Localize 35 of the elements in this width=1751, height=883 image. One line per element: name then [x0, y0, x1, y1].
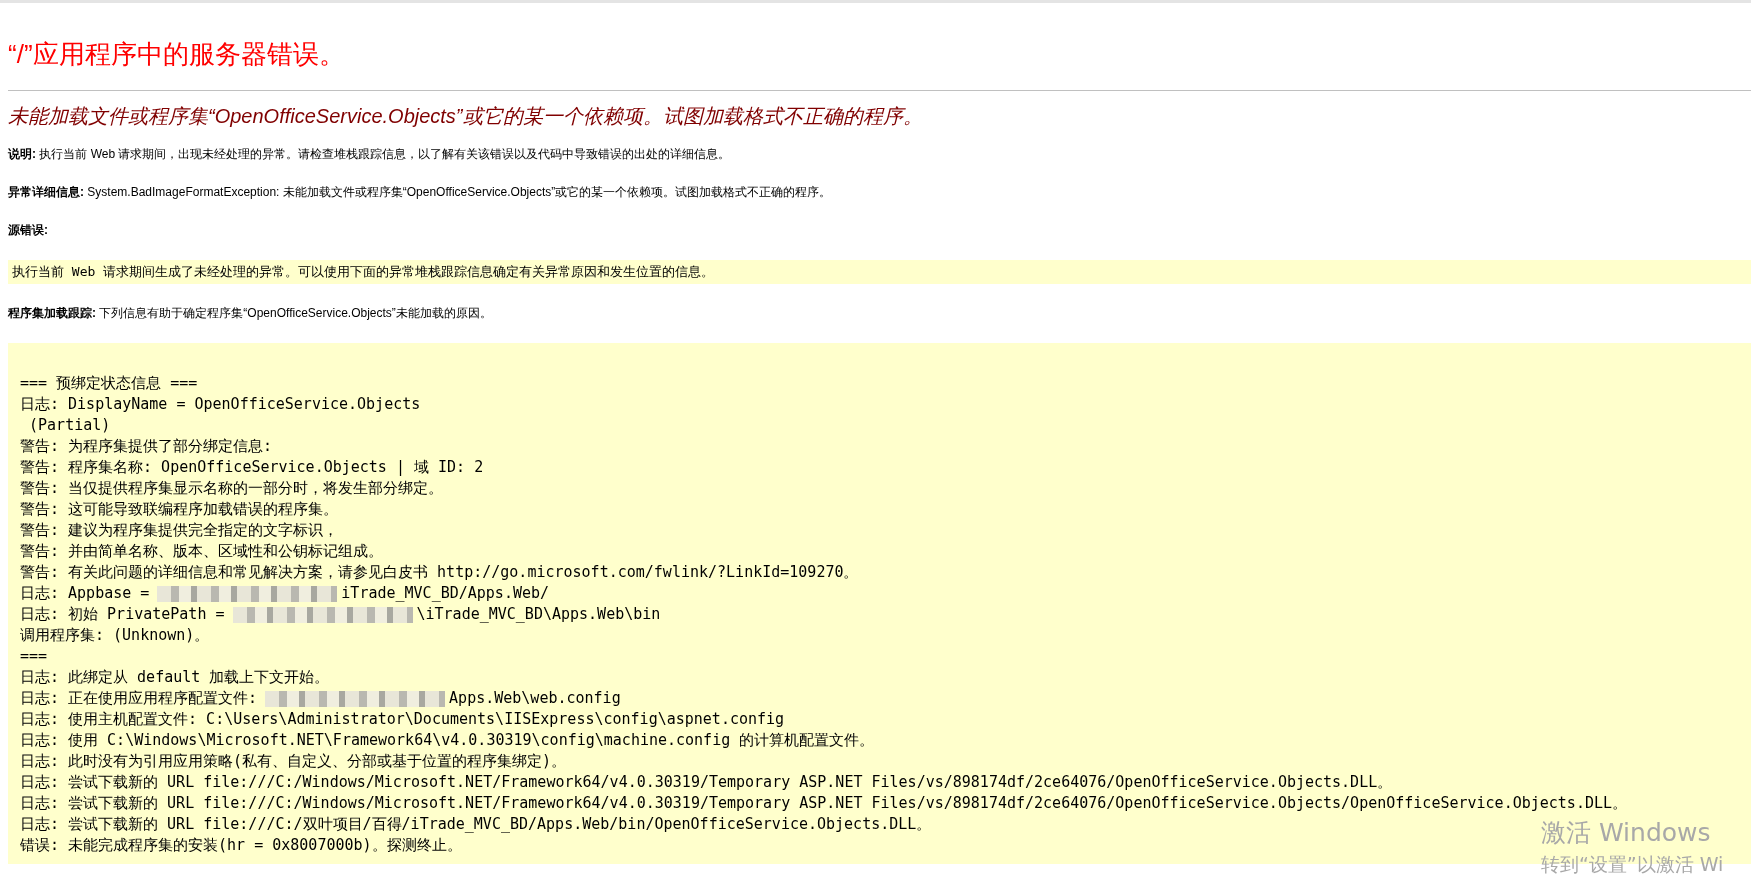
log-line: === 预绑定状态信息 === — [20, 373, 198, 394]
log-line: 日志: 尝试下载新的 URL file:///C:/双叶项目/百得/iTrade_MVC_BD/Apps.Web/bin/OpenOfficeService.Objects.DLL。 — [20, 814, 932, 835]
activation-title: 激活 Windows — [1541, 819, 1711, 847]
source-error-message: 执行当前 Web 请求期间生成了未经处理的异常。可以使用下面的异常堆栈跟踪信息确定有关异常原因和发生位置的信息。 — [8, 260, 1751, 284]
log-line: iTrade_MVC_BD/Apps.Web/ — [341, 583, 550, 604]
log-line: 日志: 正在使用应用程序配置文件: — [20, 688, 258, 709]
log-line: 日志: 此绑定从 default 加载上下文开始。 — [20, 667, 330, 688]
log-line: 日志: 尝试下载新的 URL file:///C:/Windows/Microsoft.NET/Framework64/v4.0.30319/Temporary ASP.NET Files/vs/898174df/2ce64076/OpenOfficeService.Objects/OpenOfficeService.Objects.DLL。 — [20, 793, 1627, 814]
log-line: 警告: 为程序集提供了部分绑定信息: — [20, 436, 273, 457]
activation-hint: 转到“设置”以激活 Wi — [1541, 853, 1724, 875]
log-line: (Partial) — [28, 415, 111, 436]
assembly-trace-summary: 程序集加载跟踪: 下列信息有助于确定程序集“OpenOfficeService.Objects”未能加载的原因。 — [8, 305, 493, 322]
log-line: 警告: 程序集名称: OpenOfficeService.Objects | 域 ID: 2 — [20, 457, 484, 478]
log-line: 日志: 尝试下载新的 URL file:///C:/Windows/Microsoft.NET/Framework64/v4.0.30319/Temporary ASP.NET Files/vs/898174df/2ce64076/OpenOfficeService.Objects.DLL。 — [20, 772, 1393, 793]
log-line: === — [20, 646, 48, 667]
log-line: 调用程序集: (Unknown)。 — [20, 625, 210, 646]
log-line: 日志: Appbase = — [20, 583, 150, 604]
log-line: 警告: 建议为程序集提供完全指定的文字标识， — [20, 520, 339, 541]
log-line: 日志: 使用 C:\Windows\Microsoft.NET\Framework64\v4.0.30319\config\machine.config 的计算机配置文件。 — [20, 730, 875, 751]
exception-details-text: 异常详细信息: System.BadImageFormatException: 未能加载文件或程序集“OpenOfficeService.Objects”或它的某一个依赖项。试图加载格式不正确的程序。 — [8, 184, 833, 201]
page-title: “/”应用程序中的服务器错误。 — [8, 38, 346, 71]
description-text: 说明: 执行当前 Web 请求期间，出现未经处理的异常。请检查堆栈跟踪信息，以了解有关该错误以及代码中导致错误的出处的详细信息。 — [8, 146, 732, 163]
source-error-label: 源错误: — [8, 222, 49, 239]
log-line: 日志: DisplayName = OpenOfficeService.Objects — [20, 394, 421, 415]
error-heading: 未能加载文件或程序集“OpenOfficeService.Objects”或它的某一个依赖项。试图加载格式不正确的程序。 — [8, 104, 924, 129]
log-line: Apps.Web\web.config — [449, 688, 621, 709]
log-line: 错误: 未能完成程序集的安装(hr = 0x8007000b)。探测终止。 — [20, 835, 462, 856]
log-line: 警告: 这可能导致联编程序加载错误的程序集。 — [20, 499, 339, 520]
log-line: 警告: 当仅提供程序集显示名称的一部分时，将发生部分绑定。 — [20, 478, 444, 499]
log-line: 日志: 此时没有为引用应用策略(私有、自定义、分部或基于位置的程序集绑定)。 — [20, 751, 567, 772]
log-line: 日志: 使用主机配置文件: C:\Users\Administrator\Documents\IISExpress\config\aspnet.config — [20, 709, 785, 730]
log-line: 警告: 有关此问题的详细信息和常见解决方案，请参见白皮书 http://go.microsoft.com/fwlink/?LinkId=109270。 — [20, 562, 859, 583]
log-line: 日志: 初始 PrivatePath = — [20, 604, 225, 625]
log-line: 警告: 并由简单名称、版本、区域性和公钥标记组成。 — [20, 541, 384, 562]
log-line: \iTrade_MVC_BD\Apps.Web\bin — [416, 604, 661, 625]
